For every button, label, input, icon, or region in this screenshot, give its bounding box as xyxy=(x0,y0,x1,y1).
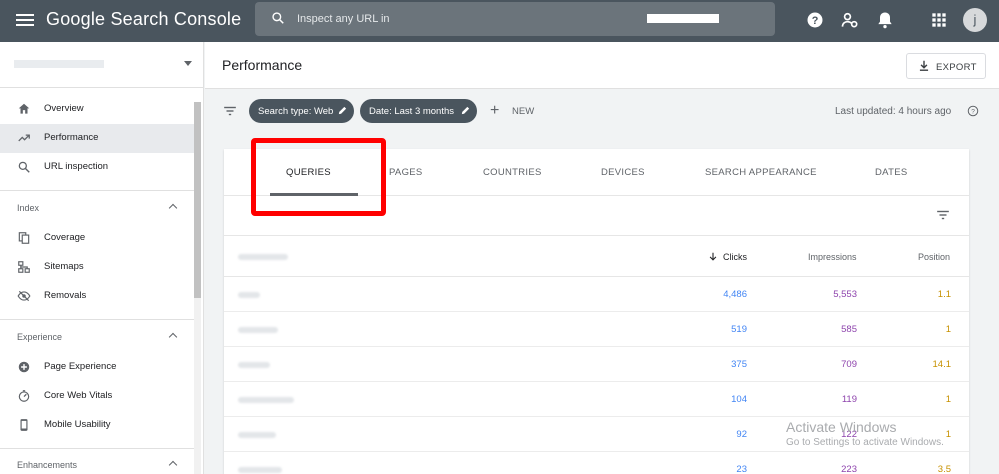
sidebar-divider xyxy=(0,448,195,449)
main-menu-button[interactable] xyxy=(14,11,36,31)
table-row[interactable]: 104 119 1 xyxy=(224,382,969,417)
plus-icon: + xyxy=(490,102,500,119)
chevron-up-icon xyxy=(168,203,178,213)
page-header: Performance EXPORT xyxy=(205,42,999,89)
sidebar-item-page-experience[interactable]: Page Experience xyxy=(0,353,195,382)
smartphone-icon xyxy=(20,419,28,431)
tab-countries[interactable]: COUNTRIES xyxy=(483,167,542,178)
manage-users-icon[interactable] xyxy=(840,10,860,30)
page-title: Performance xyxy=(222,57,303,73)
scrollbar-thumb[interactable] xyxy=(194,102,201,298)
column-impressions[interactable]: Impressions xyxy=(808,252,857,262)
sidebar-item-sitemaps[interactable]: Sitemaps xyxy=(0,253,195,282)
table-row[interactable]: 519 585 1 xyxy=(224,312,969,347)
account-avatar[interactable]: j xyxy=(963,8,987,32)
arrow-down-icon xyxy=(709,252,717,261)
blurred-query xyxy=(238,327,278,333)
table-header: Clicks Impressions Position xyxy=(224,235,969,277)
new-filter-button[interactable]: + NEW xyxy=(490,102,540,122)
blurred-query xyxy=(238,397,294,403)
chevron-down-icon xyxy=(184,61,192,66)
sidebar-item-core-web-vitals[interactable]: Core Web Vitals xyxy=(0,382,195,411)
tab-pages[interactable]: PAGES xyxy=(389,167,423,178)
apps-grid-icon[interactable] xyxy=(929,10,949,30)
blurred-query xyxy=(238,292,260,298)
sitemap-icon xyxy=(18,261,30,273)
export-button[interactable]: EXPORT xyxy=(906,53,986,79)
sidebar-item-url-inspection[interactable]: URL inspection xyxy=(0,153,195,182)
blurred-query xyxy=(238,362,270,368)
top-app-bar: Google Search Console ? j xyxy=(0,0,999,42)
notifications-bell-icon[interactable] xyxy=(875,10,895,30)
sidebar-item-mobile-usability[interactable]: Mobile Usability xyxy=(0,411,195,440)
filter-bar: Search type: Web Date: Last 3 months + N… xyxy=(205,89,999,135)
help-outline-icon[interactable]: ? xyxy=(967,105,979,117)
property-selector[interactable] xyxy=(0,42,203,88)
blurred-column-header xyxy=(238,254,288,260)
redacted-property xyxy=(14,60,104,68)
tab-search-appearance[interactable]: SEARCH APPEARANCE xyxy=(705,167,817,178)
sidebar-section-index[interactable]: Index xyxy=(0,197,195,221)
chevron-up-icon xyxy=(168,460,178,470)
trending-up-icon xyxy=(18,134,30,142)
sidebar-item-removals[interactable]: Removals xyxy=(0,282,195,311)
app-logo[interactable]: Google Search Console xyxy=(46,9,241,30)
help-icon[interactable]: ? xyxy=(805,10,825,30)
search-icon xyxy=(272,12,284,24)
home-icon xyxy=(18,103,30,114)
filter-icon[interactable] xyxy=(223,105,237,117)
table-filter-icon[interactable] xyxy=(936,209,950,221)
redacted-property-name xyxy=(647,14,719,23)
add-circle-icon xyxy=(18,361,30,373)
blurred-query xyxy=(238,432,276,438)
sidebar-divider xyxy=(0,319,195,320)
url-inspect-input[interactable] xyxy=(297,10,657,28)
chevron-up-icon xyxy=(168,332,178,342)
table-row[interactable]: 375 709 14.1 xyxy=(224,347,969,382)
search-type-chip[interactable]: Search type: Web xyxy=(249,99,354,123)
edit-pencil-icon xyxy=(338,106,347,115)
tab-dates[interactable]: DATES xyxy=(875,167,907,178)
sidebar-section-enhancements[interactable]: Enhancements xyxy=(0,454,195,474)
sidebar-section-experience[interactable]: Experience xyxy=(0,326,195,350)
table-row[interactable]: 4,486 5,553 1.1 xyxy=(224,277,969,312)
dimension-tabs: QUERIES PAGES COUNTRIES DEVICES SEARCH A… xyxy=(224,138,969,216)
url-inspect-search-bar[interactable] xyxy=(255,2,775,36)
sidebar-item-performance[interactable]: Performance xyxy=(0,124,195,153)
date-range-chip[interactable]: Date: Last 3 months xyxy=(360,99,477,123)
download-icon xyxy=(919,60,929,71)
tab-devices[interactable]: DEVICES xyxy=(601,167,645,178)
sidebar-divider xyxy=(0,190,195,191)
active-tab-indicator xyxy=(270,193,358,196)
tab-queries[interactable]: QUERIES xyxy=(286,167,331,178)
sidebar-item-overview[interactable]: Overview xyxy=(0,95,195,124)
sidebar-item-coverage[interactable]: Coverage xyxy=(0,224,195,253)
svg-text:?: ? xyxy=(812,15,819,27)
last-updated-text: Last updated: 4 hours ago xyxy=(835,106,952,117)
column-position[interactable]: Position xyxy=(918,252,950,262)
search-icon xyxy=(18,161,30,173)
blurred-query xyxy=(238,467,282,473)
sidebar: Overview Performance URL inspection Inde… xyxy=(0,42,204,474)
table-row[interactable]: 23 223 3.5 xyxy=(224,452,969,474)
eye-off-icon xyxy=(17,290,31,302)
speedometer-icon xyxy=(18,390,30,402)
sidebar-scrollbar[interactable] xyxy=(194,102,201,474)
edit-pencil-icon xyxy=(461,106,470,115)
svg-text:?: ? xyxy=(971,108,975,115)
column-clicks[interactable]: Clicks xyxy=(723,252,747,262)
table-row[interactable]: 92 122 1 xyxy=(224,417,969,452)
file-copy-icon xyxy=(18,232,30,244)
performance-card: QUERIES PAGES COUNTRIES DEVICES SEARCH A… xyxy=(224,138,969,474)
